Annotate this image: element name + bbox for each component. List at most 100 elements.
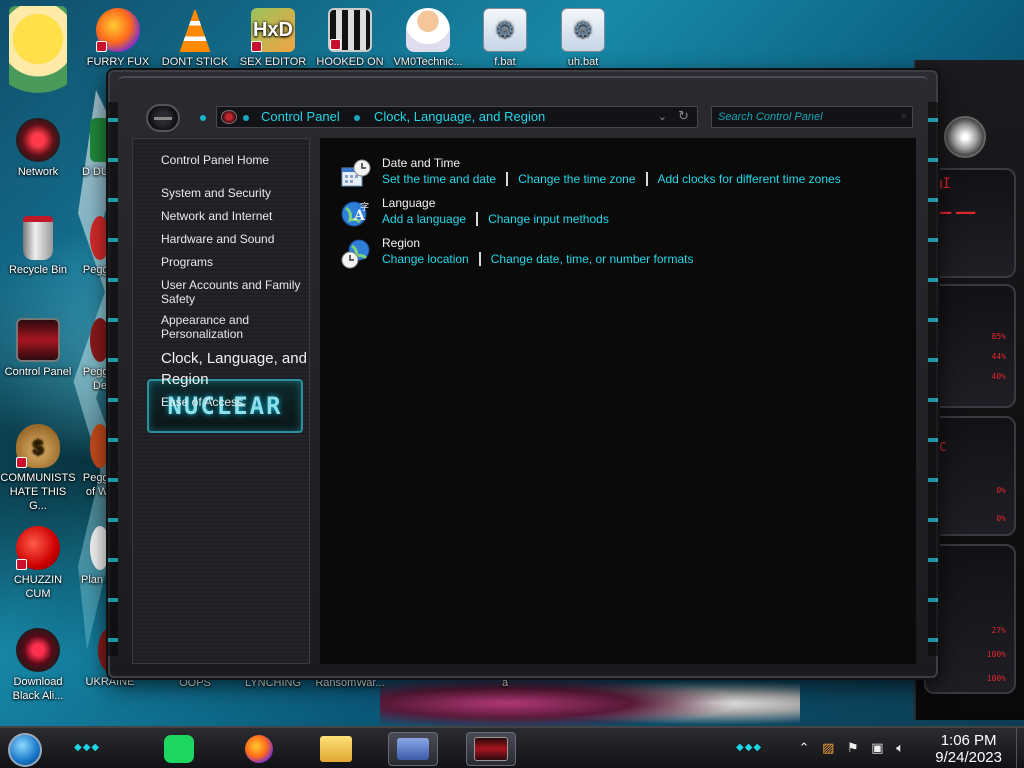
show-desktop-button[interactable] <box>1016 728 1024 768</box>
nav-hardware-sound[interactable]: Hardware and Sound <box>161 232 311 246</box>
nav-control-panel-home[interactable]: Control Panel Home <box>161 153 311 167</box>
network-orb-icon <box>16 118 60 162</box>
search-input[interactable]: Search Control Panel ⌕ <box>711 106 913 128</box>
link-separator <box>476 212 479 226</box>
desktop-icon[interactable] <box>0 6 76 119</box>
nav-ease-of-access[interactable]: Ease of Access <box>161 395 311 409</box>
breadcrumb-control-panel[interactable]: Control Panel <box>261 109 340 124</box>
change-location-link[interactable]: Change location <box>382 252 469 266</box>
add-language-link[interactable]: Add a language <box>382 212 466 226</box>
money-bag-icon: $ <box>16 424 60 468</box>
taskbar-explorer[interactable] <box>311 732 361 766</box>
taskbar-id-card[interactable] <box>388 732 438 766</box>
globe-clock-icon[interactable] <box>340 238 372 270</box>
system-tray: ⌃ ▨ ⚑ ▣ 🔈︎ <box>790 740 904 756</box>
flag-icon[interactable]: ⚑ <box>847 740 859 755</box>
nav-user-accounts[interactable]: User Accounts and Family Safety <box>161 278 311 306</box>
region-title[interactable]: Region <box>382 236 420 250</box>
desktop-icon-uh-bat[interactable]: ⚙ uh.bat <box>545 8 621 69</box>
link-separator <box>506 172 509 186</box>
jar-icon[interactable]: ▨ <box>822 740 834 755</box>
language-title[interactable]: Language <box>382 196 435 210</box>
chuzzle-icon <box>16 526 60 570</box>
recycle-bin-icon <box>23 216 53 260</box>
control-panel-icon <box>474 737 508 761</box>
id-card-icon <box>397 738 429 760</box>
desktop-icon-ransomwar[interactable]: RansomWar... <box>312 676 388 690</box>
desktop-icon-lynching[interactable]: LYNCHING <box>235 676 311 690</box>
network-icon[interactable]: ▣ <box>871 740 883 755</box>
breadcrumb-clock-language-region[interactable]: Clock, Language, and Region <box>374 109 545 124</box>
clock-time: 1:06 PM <box>940 732 997 749</box>
desktop-icon-dont-stick[interactable]: DONT STICK <box>157 8 233 69</box>
desktop-icon-furry-fux[interactable]: FURRY FUX <box>80 8 156 69</box>
peggle-icon <box>90 216 110 260</box>
nav-system-security[interactable]: System and Security <box>161 186 311 200</box>
date-time-links: Set the time and date Change the time zon… <box>382 172 841 186</box>
desktop-icon-f-bat[interactable]: ⚙ f.bat <box>467 8 543 69</box>
set-time-date-link[interactable]: Set the time and date <box>382 172 496 186</box>
taskbar-firefox[interactable] <box>234 732 284 766</box>
breadcrumb[interactable]: Control Panel Clock, Language, and Regio… <box>216 106 698 128</box>
link-separator <box>478 252 481 266</box>
refresh-icon[interactable]: ↻ <box>678 108 689 124</box>
desktop-icon-network[interactable]: Network <box>0 118 76 179</box>
doctor-icon <box>406 8 450 52</box>
globe-language-icon[interactable]: A 字 <box>340 198 372 230</box>
desktop-icon-a[interactable]: a <box>467 676 543 690</box>
cartoon-girl-icon <box>9 6 67 116</box>
spotify-icon <box>164 735 194 763</box>
desktop-icon-download-black-ali[interactable]: Download Black Ali... <box>0 628 76 703</box>
vlc-cone-icon <box>179 8 211 52</box>
firefox-icon <box>96 8 140 52</box>
nav-dot-icon <box>200 115 206 121</box>
link-separator <box>645 172 648 186</box>
address-bar: Control Panel Clock, Language, and Regio… <box>140 102 913 134</box>
desktop-icon-vm0technic[interactable]: VM0Technic... <box>390 8 466 69</box>
change-formats-link[interactable]: Change date, time, or number formats <box>491 252 694 266</box>
batch-file-icon: ⚙ <box>561 8 605 52</box>
desktop-icon-control-panel[interactable]: Control Panel <box>0 318 76 379</box>
search-placeholder: Search Control Panel <box>718 111 823 123</box>
taskbar-spotify[interactable] <box>154 732 204 766</box>
svg-text:字: 字 <box>360 201 369 212</box>
search-icon[interactable]: ⌕ <box>901 110 907 123</box>
nav-pane: Control Panel Home System and Security N… <box>132 138 310 664</box>
folder-icon <box>320 736 352 762</box>
desktop-icon-sex-editor[interactable]: HxD SEX EDITOR <box>235 8 311 69</box>
add-clocks-link[interactable]: Add clocks for different time zones <box>658 172 841 186</box>
nav-network-internet[interactable]: Network and Internet <box>161 209 311 223</box>
language-links: Add a language Change input methods <box>382 212 609 226</box>
taskbar: ◆◆◆ ◆◆◆ ⌃ ▨ ⚑ ▣ 🔈︎ 1:06 PM 9/24/2023 <box>0 726 1024 768</box>
alien-orb-icon <box>16 628 60 672</box>
breadcrumb-separator-icon <box>243 115 249 121</box>
breadcrumb-separator-icon <box>354 115 360 121</box>
clock-date: 9/24/2023 <box>935 749 1002 766</box>
change-input-methods-link[interactable]: Change input methods <box>488 212 609 226</box>
control-panel-icon <box>16 318 60 362</box>
app-icon <box>90 118 110 162</box>
volume-icon[interactable]: 🔈︎ <box>896 740 904 755</box>
back-button[interactable] <box>221 110 237 124</box>
window-frame-rail-left <box>108 102 118 656</box>
desktop-icon-oops[interactable]: OOPS <box>157 676 233 690</box>
calendar-clock-icon[interactable] <box>340 158 372 190</box>
desktop-icon-chuzzin[interactable]: CHUZZIN CUM <box>0 526 76 601</box>
window-frame-rail-right <box>928 102 938 656</box>
alien-head-icon <box>944 116 986 158</box>
date-time-title[interactable]: Date and Time <box>382 156 460 170</box>
up-arrow-icon[interactable]: ⌃ <box>799 740 810 755</box>
clock[interactable]: 1:06 PM 9/24/2023 <box>935 732 1002 766</box>
maze-app-icon <box>328 8 372 52</box>
start-button[interactable] <box>8 733 42 767</box>
desktop-icon-recycle-bin[interactable]: Recycle Bin <box>0 216 76 277</box>
chevron-down-icon[interactable]: ⌄ <box>658 110 667 123</box>
taskbar-control-panel[interactable] <box>466 732 516 766</box>
nav-programs[interactable]: Programs <box>161 255 311 269</box>
plants-zombies-icon <box>90 526 110 570</box>
navigation-orb-button[interactable] <box>146 104 180 132</box>
change-time-zone-link[interactable]: Change the time zone <box>518 172 635 186</box>
desktop-icon-hooked-on[interactable]: HOOKED ON <box>312 8 388 69</box>
nav-appearance[interactable]: Appearance and Personalization <box>161 313 311 341</box>
desktop-icon-communists[interactable]: $ COMMUNISTS HATE THIS G... <box>0 424 76 513</box>
